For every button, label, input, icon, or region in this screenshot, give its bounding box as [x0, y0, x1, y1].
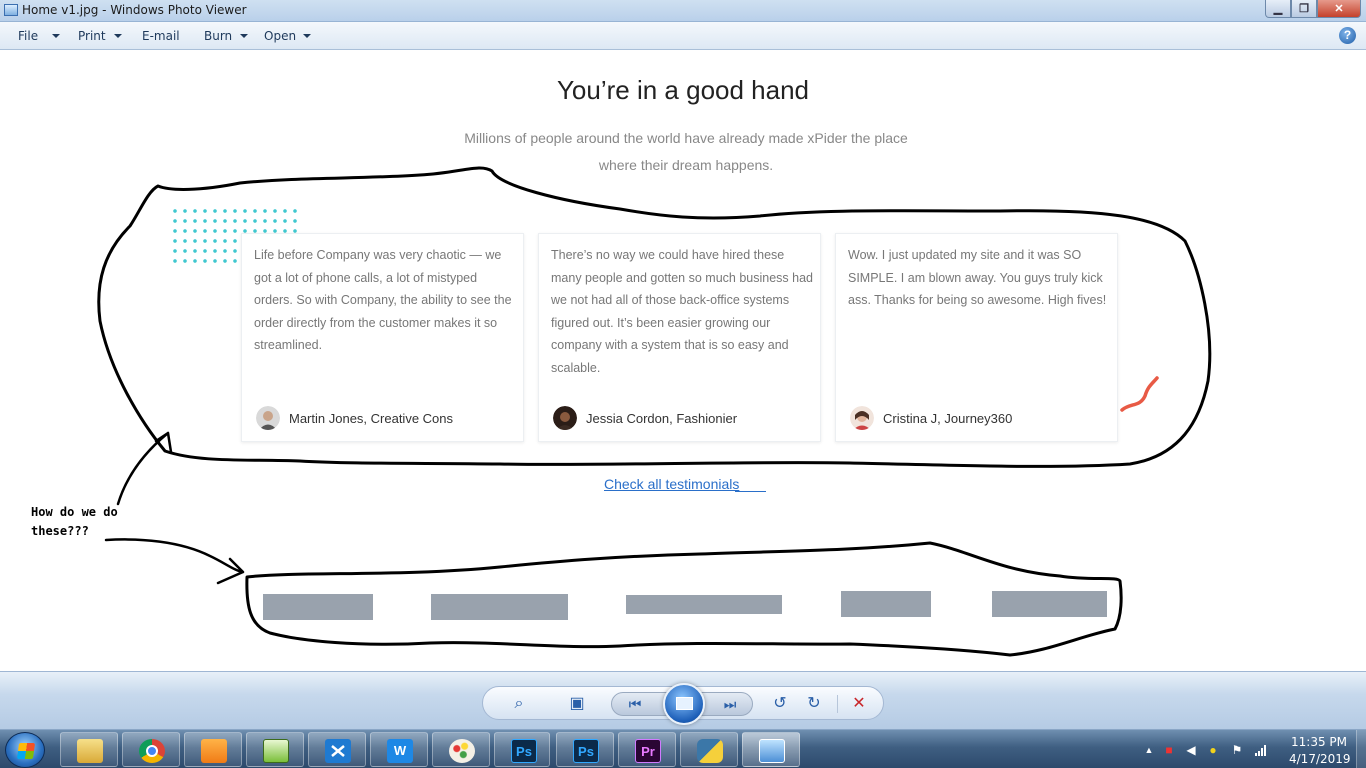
menu-file[interactable]: File	[18, 29, 38, 43]
clock-time[interactable]: 11:35 PM	[1291, 735, 1347, 749]
volume-icon[interactable]: ◀	[1184, 743, 1198, 757]
photo-viewer-icon	[4, 4, 18, 16]
freehand-arrow-right	[104, 538, 245, 585]
previous-icon[interactable]: ⏮	[625, 694, 645, 714]
paint-icon	[449, 739, 475, 763]
chevron-down-icon[interactable]	[114, 34, 122, 38]
toolbar-divider	[837, 695, 838, 713]
clock-date[interactable]: 4/17/2019	[1289, 752, 1351, 766]
freehand-outline-logos	[245, 541, 1123, 657]
taskbar-photoshop[interactable]: Ps	[556, 732, 614, 767]
taskbar-vscode[interactable]	[308, 732, 366, 767]
taskbar: W Ps Ps Pr ▲ ■ ◀ ● ⚑ 11:35 PM 4/17/2019	[0, 729, 1366, 768]
start-button[interactable]	[5, 732, 45, 768]
taskbar-paint[interactable]	[432, 732, 490, 767]
viewer-controls: ⌕ ▣ ⏮ ⏭ ↺ ↻ ✕	[482, 683, 884, 725]
slideshow-button[interactable]	[663, 683, 705, 725]
show-desktop-button[interactable]	[1356, 730, 1366, 768]
freehand-outline-testimonials	[97, 166, 1212, 468]
photoshop-icon: Ps	[511, 739, 537, 763]
title-bar: Home v1.jpg - Windows Photo Viewer ▁ ❐ ✕	[0, 0, 1366, 22]
menu-open[interactable]: Open	[264, 29, 296, 43]
menu-bar: File Print E-mail Burn Open ?	[0, 22, 1366, 50]
taskbar-notepad[interactable]	[246, 732, 304, 767]
delete-icon[interactable]: ✕	[849, 694, 869, 714]
taskbar-python[interactable]	[680, 732, 738, 767]
media-player-icon	[201, 739, 227, 763]
windows-logo-icon	[16, 743, 36, 759]
window-controls: ▁ ❐ ✕	[1265, 0, 1361, 18]
network-signal-icon[interactable]	[1254, 743, 1268, 757]
close-button[interactable]: ✕	[1317, 0, 1361, 18]
freehand-arrow-up	[116, 431, 173, 506]
menu-burn[interactable]: Burn	[204, 29, 232, 43]
maximize-button[interactable]: ❐	[1291, 0, 1317, 18]
chrome-icon	[139, 739, 165, 763]
viewer-toolbar: ⌕ ▣ ⏮ ⏭ ↺ ↻ ✕	[0, 671, 1366, 729]
taskbar-photo-viewer[interactable]	[742, 732, 800, 767]
security-alert-icon[interactable]: ■	[1162, 743, 1176, 757]
help-icon[interactable]: ?	[1339, 27, 1356, 44]
taskbar-media-player[interactable]	[184, 732, 242, 767]
status-icon[interactable]: ●	[1206, 743, 1220, 757]
next-icon[interactable]: ⏭	[720, 694, 740, 714]
vscode-icon	[325, 739, 351, 763]
python-icon	[697, 739, 723, 763]
writer-icon: W	[387, 739, 413, 763]
chevron-down-icon[interactable]	[240, 34, 248, 38]
chevron-down-icon[interactable]	[303, 34, 311, 38]
taskbar-photoshop[interactable]: Ps	[494, 732, 550, 767]
folder-icon	[77, 739, 103, 763]
minimize-button[interactable]: ▁	[1265, 0, 1291, 18]
show-hidden-icons-icon[interactable]: ▲	[1142, 743, 1156, 757]
window-title: Home v1.jpg - Windows Photo Viewer	[22, 3, 247, 17]
actual-size-icon[interactable]: ▣	[567, 694, 587, 714]
taskbar-file-explorer[interactable]	[60, 732, 118, 767]
menu-email[interactable]: E-mail	[142, 29, 180, 43]
hand-drawn-annotations	[97, 166, 1212, 657]
zoom-icon[interactable]: ⌕	[509, 694, 529, 714]
taskbar-chrome[interactable]	[122, 732, 180, 767]
taskbar-writer[interactable]: W	[370, 732, 428, 767]
rotate-right-icon[interactable]: ↻	[804, 694, 824, 714]
rotate-left-icon[interactable]: ↺	[770, 694, 790, 714]
premiere-icon: Pr	[635, 739, 661, 763]
photo-viewer-icon	[759, 739, 785, 763]
action-center-flag-icon[interactable]: ⚑	[1230, 743, 1244, 757]
taskbar-premiere[interactable]: Pr	[618, 732, 676, 767]
menu-print[interactable]: Print	[78, 29, 106, 43]
slideshow-icon	[676, 697, 693, 710]
handwritten-note: How do we do these???	[31, 505, 118, 538]
notepad-icon	[263, 739, 289, 763]
photo-canvas: You’re in a good hand Millions of people…	[0, 51, 1366, 671]
chevron-down-icon[interactable]	[52, 34, 60, 38]
photo-viewer-window: Home v1.jpg - Windows Photo Viewer ▁ ❐ ✕…	[0, 0, 1366, 768]
photoshop-icon: Ps	[573, 739, 599, 763]
decorative-squiggle	[1120, 376, 1159, 412]
